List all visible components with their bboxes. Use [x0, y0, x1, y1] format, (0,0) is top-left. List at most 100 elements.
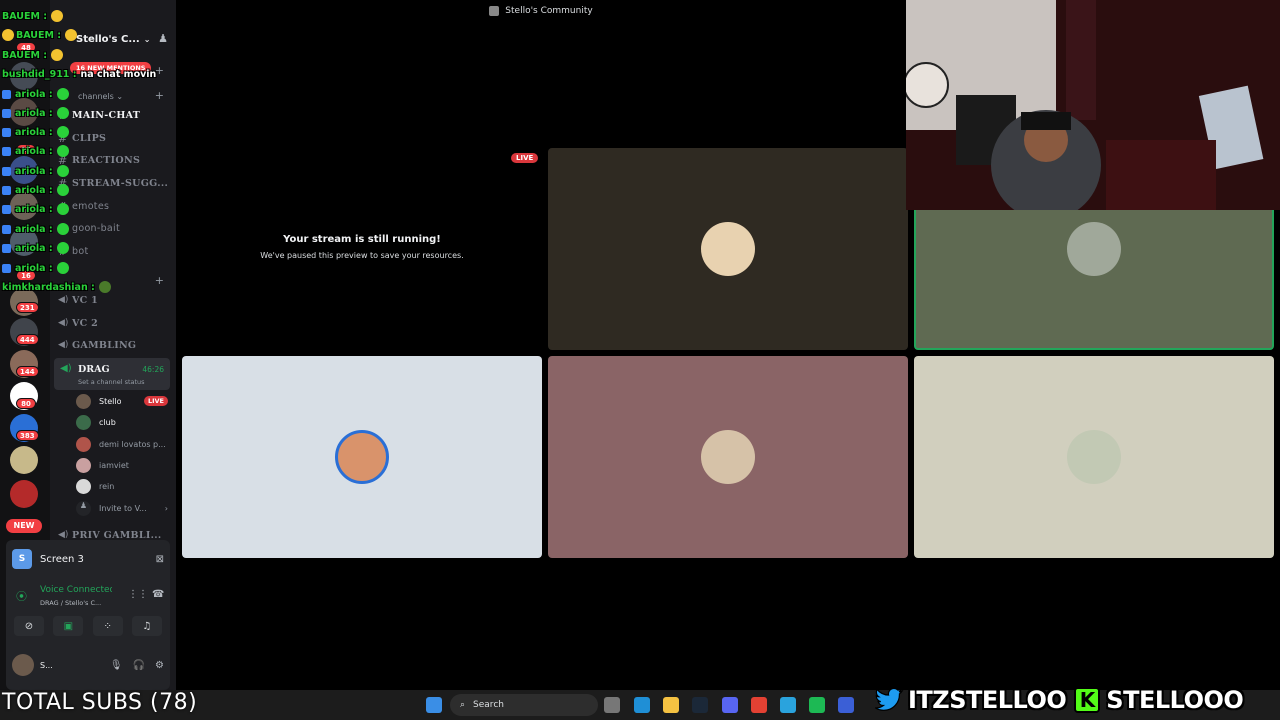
twitter-icon — [874, 688, 904, 711]
voice-user[interactable]: demi lovatos p... — [76, 434, 168, 454]
chat-message: ariola : — [2, 182, 69, 198]
screen-share-card[interactable]: S Screen 3 ⊠ — [12, 548, 164, 570]
gear-icon[interactable]: ⚙ — [155, 660, 164, 671]
noise-suppression-icon[interactable]: ⋮⋮ — [128, 589, 148, 600]
taskbar-search[interactable]: ⌕ Search — [450, 694, 598, 716]
avatar[interactable] — [12, 654, 34, 676]
invite-to-voice[interactable]: ♟ Invite to V... › — [76, 498, 168, 518]
chat-message: ariola : — [2, 105, 69, 121]
social-handles-overlay: ITZSTELLOO K STELLOOO — [874, 684, 1244, 716]
chat-overlay: BAUEM : BAUEM : BAUEM : bushdid_911 : na … — [0, 0, 180, 300]
voice-user[interactable]: rein — [76, 476, 168, 496]
chat-message: ariola : — [2, 201, 69, 217]
emoji-icon — [56, 126, 69, 138]
telegram-icon[interactable] — [780, 697, 796, 713]
badge-icon — [2, 204, 11, 214]
folder-icon[interactable] — [663, 697, 679, 713]
camera-off-icon[interactable]: ⊘ — [14, 616, 44, 636]
live-badge: LIVE — [511, 153, 539, 163]
avatar — [76, 414, 91, 430]
speaker-icon: ◀) — [58, 340, 69, 350]
emoji-icon — [65, 29, 78, 41]
mention-badge: 80 — [16, 398, 36, 409]
live-badge: LIVE — [143, 396, 168, 406]
channel-status[interactable]: Set a channel status — [78, 378, 145, 386]
microphone-icon[interactable]: 🎙 — [110, 660, 123, 671]
paused-subtitle: We've paused this preview to save your r… — [260, 251, 464, 260]
stream-paused-panel[interactable]: Your stream is still running! We've paus… — [182, 148, 542, 350]
steam-icon[interactable] — [692, 697, 708, 713]
webcam-overlay — [906, 0, 1280, 210]
participant-tile[interactable] — [914, 356, 1274, 558]
new-servers-badge[interactable]: NEW — [6, 519, 42, 533]
disconnect-icon[interactable]: ☎ — [152, 589, 164, 600]
emoji-icon — [2, 29, 14, 41]
avatar — [76, 393, 91, 409]
chat-message: bushdid_911 : na chat movin — [2, 68, 157, 80]
emoji-icon — [56, 262, 69, 274]
emoji-icon — [56, 88, 69, 100]
edge-icon[interactable] — [634, 697, 650, 713]
person-plus-icon: ♟ — [76, 500, 91, 516]
app-icon[interactable] — [838, 697, 854, 713]
webcam-feed — [906, 0, 1280, 210]
screen-icon: S — [12, 549, 32, 569]
windows-start-icon[interactable] — [426, 697, 442, 713]
mention-badge: 144 — [16, 366, 39, 377]
chat-message: ariola : — [2, 163, 69, 179]
speaker-icon: ◀) — [58, 318, 69, 328]
call-timer: 46:26 — [142, 365, 164, 374]
discord-icon[interactable] — [722, 697, 738, 713]
chat-message: ariola : — [2, 124, 69, 140]
badge-icon — [2, 146, 11, 156]
emoji-icon — [56, 203, 69, 215]
mention-badge: 444 — [16, 334, 39, 345]
voice-user[interactable]: club — [76, 412, 168, 432]
spotify-icon[interactable] — [809, 697, 825, 713]
server-icon[interactable] — [10, 480, 38, 508]
badge-icon — [2, 89, 11, 99]
emoji-icon — [56, 165, 69, 177]
voice-user[interactable]: iamviet — [76, 455, 168, 475]
kick-icon: K — [1074, 687, 1101, 713]
mention-badge: 383 — [16, 430, 39, 441]
soundboard-icon[interactable]: ♫ — [131, 616, 162, 636]
participant-tile[interactable] — [548, 356, 908, 558]
headphones-icon[interactable]: 🎧 — [133, 660, 145, 671]
badge-icon — [2, 263, 11, 273]
chat-message: ariola : — [2, 260, 69, 276]
avatar — [76, 478, 91, 494]
user-row: S... 🎙 🎧 ⚙ — [12, 652, 164, 678]
participant-tile[interactable] — [548, 148, 908, 350]
username[interactable]: S... — [40, 661, 53, 670]
window-title: Stello's Community — [505, 6, 593, 16]
settings-icon[interactable] — [604, 697, 620, 713]
voice-status[interactable]: Voice Connected — [40, 585, 112, 595]
badge-icon — [2, 127, 11, 137]
chrome-icon[interactable] — [751, 697, 767, 713]
voice-channel-vc2[interactable]: ◀) VC 2 — [58, 313, 170, 333]
avatar — [1067, 430, 1121, 484]
activities-icon[interactable]: ⁘ — [92, 616, 123, 636]
emoji-icon — [98, 281, 111, 293]
voice-location[interactable]: DRAG / Stello's C... — [40, 599, 101, 607]
voice-channel-drag[interactable]: ◀) DRAG 46:26 Set a channel status — [54, 358, 170, 390]
server-icon[interactable] — [10, 446, 38, 474]
voice-connected: ⦿ Voice Connected DRAG / Stello's C... ⋮… — [12, 582, 164, 612]
voice-channel-gambling[interactable]: ◀) GAMBLING — [58, 335, 170, 355]
badge-icon — [2, 224, 11, 234]
badge-icon — [2, 166, 11, 176]
stop-stream-icon[interactable]: ⊠ — [156, 554, 164, 565]
channel-name: DRAG — [78, 364, 110, 375]
badge-icon — [2, 243, 11, 253]
speaker-icon: ◀) — [60, 363, 72, 374]
screen-share-icon[interactable]: ▣ — [53, 616, 84, 636]
kick-handle: STELLOOO — [1106, 686, 1244, 714]
chevron-right-icon: › — [164, 503, 168, 513]
voice-actions: ⊘ ▣ ⁘ ♫ — [14, 616, 162, 636]
chat-message: ariola : — [2, 86, 69, 102]
participant-tile[interactable] — [182, 356, 542, 558]
avatar — [76, 436, 91, 452]
chat-message: BAUEM : — [2, 27, 78, 43]
voice-user[interactable]: Stello LIVE — [76, 391, 168, 411]
